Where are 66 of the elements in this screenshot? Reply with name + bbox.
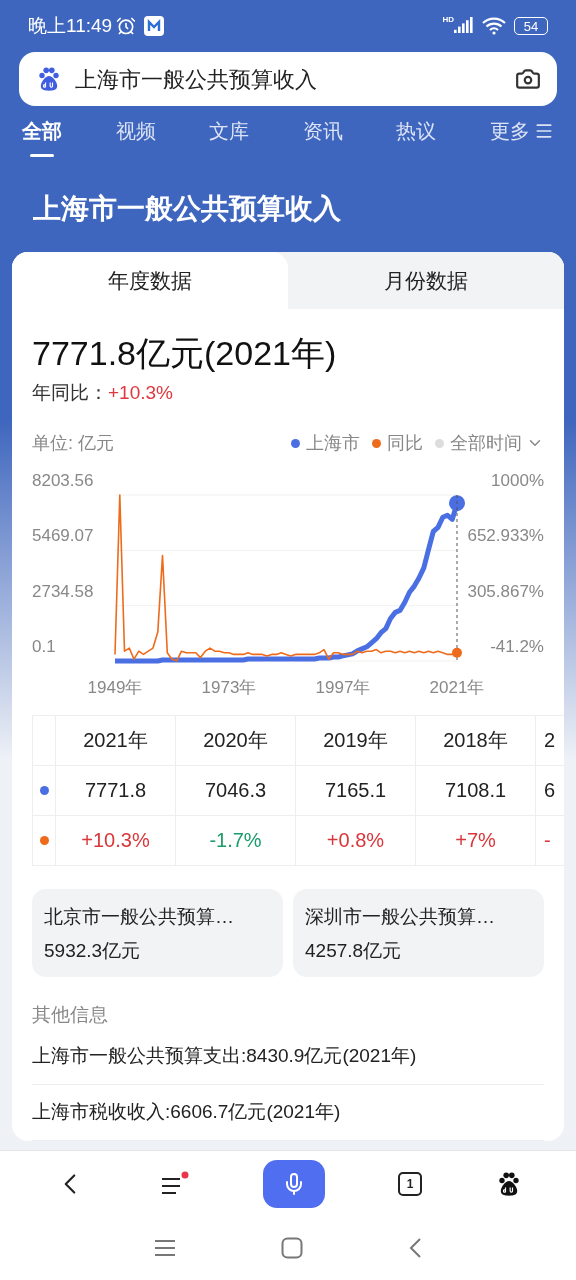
column-header: 2 <box>536 715 564 766</box>
app-notification-icon <box>144 16 165 36</box>
nav-tab[interactable]: 全部 <box>22 116 62 157</box>
yoy-label: 年同比： <box>32 381 108 405</box>
x-axis-label: 1949年 <box>87 677 143 697</box>
table-cell: +7% <box>416 815 535 866</box>
headline-value: 7771.8亿元(2021年) <box>32 333 338 373</box>
tab-count[interactable]: 1 <box>398 1171 423 1196</box>
related-value: 5932.3亿元 <box>44 939 142 963</box>
card-tab[interactable]: 年度数据 <box>12 252 288 309</box>
nav-tab[interactable]: 文库 <box>209 116 250 157</box>
column-header: 2021年 <box>56 715 175 766</box>
y-axis-label: 652.933% <box>467 525 544 545</box>
page-title: 上海市一般公共预算收入 <box>32 192 342 226</box>
table-cell: +0.8% <box>296 815 415 866</box>
table-cell: +10.3% <box>56 815 175 866</box>
end-point <box>449 494 465 511</box>
x-axis-label: 2021年 <box>429 677 485 697</box>
home-icon[interactable] <box>281 1237 303 1259</box>
y-axis-label: 5469.07 <box>32 525 94 545</box>
battery-indicator: 54 <box>514 17 548 35</box>
info-link[interactable]: 上海市一般公共预算支出:8430.9亿元(2021年) <box>32 1042 417 1071</box>
y-axis-label: 305.867% <box>467 581 544 601</box>
voice-search-button[interactable] <box>262 1159 325 1208</box>
y-axis-label: 8203.56 <box>32 470 94 490</box>
related-card[interactable]: 北京市一般公共预算… 5932.3亿元 <box>32 888 283 977</box>
table-cell: 7108.1 <box>416 765 535 816</box>
related-value: 4257.8亿元 <box>305 939 403 963</box>
unit-label: 单位: 亿元 <box>32 431 114 455</box>
menu-icon[interactable] <box>159 1170 190 1197</box>
table-cell: 7771.8 <box>56 765 175 816</box>
y-axis-label: -41.2% <box>490 636 544 656</box>
section-heading: 其他信息 <box>32 1002 109 1027</box>
nav-tab[interactable]: 资讯 <box>302 116 343 157</box>
camera-icon[interactable] <box>515 66 541 92</box>
info-link[interactable]: 上海市税收收入:6606.7亿元(2021年) <box>32 1098 341 1127</box>
wifi-icon <box>482 17 506 35</box>
table-cell: - <box>536 815 564 866</box>
clock-time: 晚上11:49 <box>28 13 113 38</box>
nav-tab[interactable]: 热议 <box>396 116 437 157</box>
table-cell: 7165.1 <box>296 765 415 816</box>
related-title: 北京市一般公共预算… <box>44 904 235 929</box>
signal-icon <box>454 17 474 35</box>
y-axis-label: 2734.58 <box>32 581 94 601</box>
time-range-selector[interactable]: 全部时间 <box>450 429 522 457</box>
column-header: 2020年 <box>176 715 295 766</box>
y-axis-label: 1000% <box>491 470 544 490</box>
legend-label: 上海市 <box>306 431 360 455</box>
table-cell: 7046.3 <box>176 765 295 816</box>
x-axis-label: 1997年 <box>315 677 371 697</box>
legend-label: 同比 <box>387 431 423 455</box>
related-title: 深圳市一般公共预算… <box>305 904 496 929</box>
nav-tab[interactable]: 视频 <box>115 116 156 157</box>
column-header: 2019年 <box>296 715 415 766</box>
nav-tab[interactable]: 更多 <box>489 116 554 157</box>
table-cell: -1.7% <box>176 815 295 866</box>
related-card[interactable]: 深圳市一般公共预算… 4257.8亿元 <box>293 888 544 977</box>
search-field[interactable]: 上海市一般公共预算收入 <box>19 52 557 106</box>
yoy-value: +10.3% <box>108 381 173 405</box>
table-cell: 6 <box>536 765 564 816</box>
network-type: HD <box>442 14 454 26</box>
end-point <box>452 647 462 658</box>
column-header: 2018年 <box>416 715 535 766</box>
x-axis-label: 1973年 <box>201 677 257 697</box>
y-axis-label: 0.1 <box>32 636 56 656</box>
alarm-icon <box>116 16 137 36</box>
